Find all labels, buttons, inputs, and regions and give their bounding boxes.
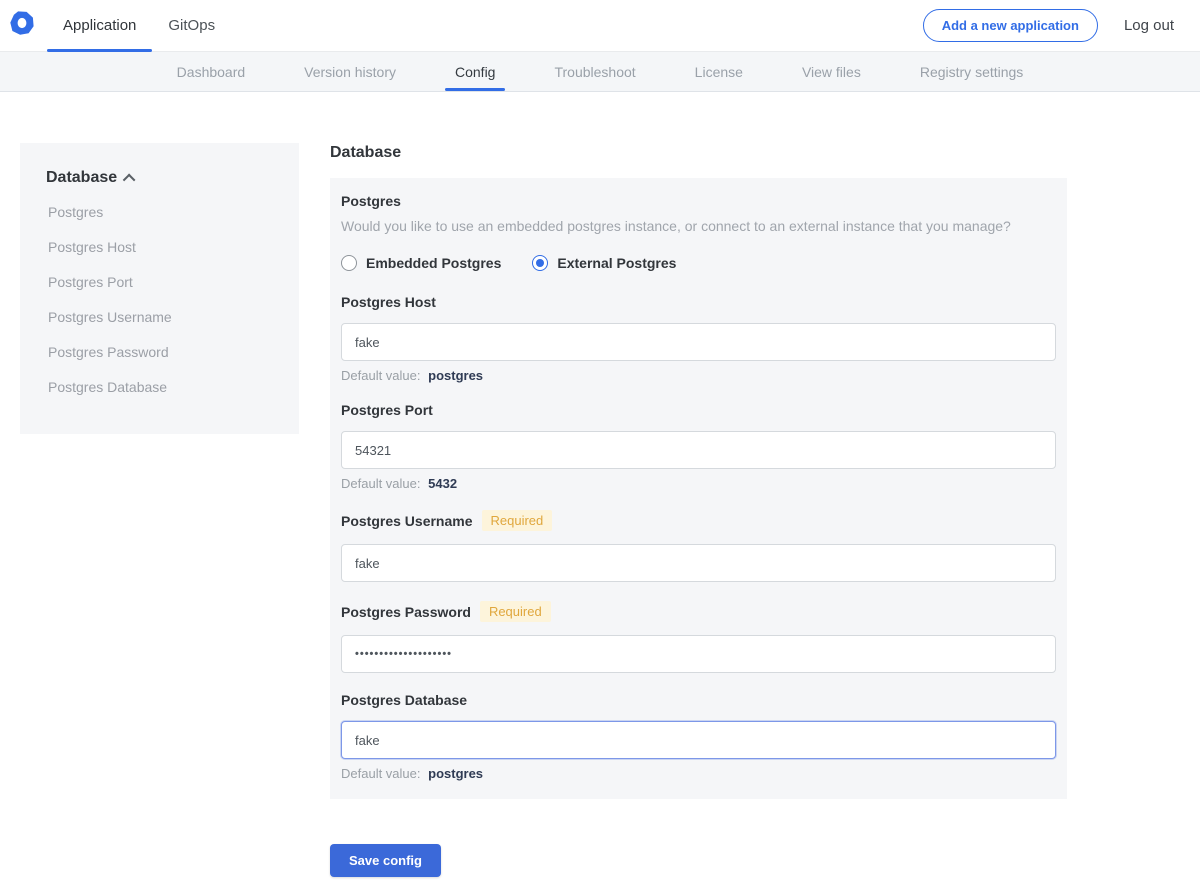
postgres-username-input[interactable] bbox=[341, 544, 1056, 582]
field-postgres-database: Postgres Database Default value: postgre… bbox=[341, 692, 1056, 781]
save-config-button[interactable]: Save config bbox=[330, 844, 441, 877]
group-label-postgres: Postgres bbox=[341, 193, 1056, 209]
field-postgres-port: Postgres Port Default value: 5432 bbox=[341, 402, 1056, 491]
field-label: Postgres Username bbox=[341, 513, 473, 529]
nav-tab-gitops[interactable]: GitOps bbox=[152, 0, 231, 51]
subnav-tab-troubleshoot[interactable]: Troubleshoot bbox=[554, 52, 635, 91]
config-page: Database Postgres Postgres Host Postgres… bbox=[0, 92, 1200, 893]
field-label: Postgres Database bbox=[341, 692, 467, 708]
section-title: Database bbox=[330, 144, 1067, 162]
field-postgres-host: Postgres Host Default value: postgres bbox=[341, 294, 1056, 383]
app-subnav: Dashboard Version history Config Trouble… bbox=[0, 52, 1200, 92]
default-value-hint: Default value: postgres bbox=[341, 368, 1056, 383]
app-logo[interactable] bbox=[9, 0, 35, 51]
nav-tab-label: Application bbox=[63, 17, 136, 34]
field-postgres-password: Postgres Password Required bbox=[341, 601, 1056, 673]
subnav-tab-dashboard[interactable]: Dashboard bbox=[177, 52, 246, 91]
subnav-tab-view-files[interactable]: View files bbox=[802, 52, 861, 91]
top-navbar: Application GitOps Add a new application… bbox=[0, 0, 1200, 52]
hint-prefix: Default value: bbox=[341, 368, 421, 383]
sidebar-item-postgres-password[interactable]: Postgres Password bbox=[46, 334, 279, 369]
required-badge: Required bbox=[482, 510, 553, 531]
postgres-password-input[interactable] bbox=[341, 635, 1056, 673]
navbar-right: Add a new application Log out bbox=[923, 0, 1174, 51]
postgres-database-input[interactable] bbox=[341, 721, 1056, 759]
field-label: Postgres Host bbox=[341, 294, 436, 310]
group-help-text: Would you like to use an embedded postgr… bbox=[341, 218, 1056, 234]
postgres-mode-radio-group: Embedded Postgres External Postgres bbox=[341, 255, 1056, 271]
chevron-up-icon bbox=[123, 173, 136, 186]
primary-nav: Application GitOps bbox=[47, 0, 231, 51]
logout-link[interactable]: Log out bbox=[1124, 17, 1174, 34]
sidebar-item-postgres-host[interactable]: Postgres Host bbox=[46, 229, 279, 264]
hint-value: postgres bbox=[428, 368, 483, 383]
radio-label: External Postgres bbox=[557, 255, 676, 271]
field-postgres-username: Postgres Username Required bbox=[341, 510, 1056, 582]
default-value-hint: Default value: postgres bbox=[341, 766, 1056, 781]
default-value-hint: Default value: 5432 bbox=[341, 476, 1056, 491]
config-main: Database Postgres Would you like to use … bbox=[330, 143, 1067, 877]
radio-embedded-postgres[interactable]: Embedded Postgres bbox=[341, 255, 501, 271]
sidebar-group-label: Database bbox=[46, 169, 117, 187]
radio-unchecked-icon bbox=[341, 255, 357, 271]
field-label: Postgres Password bbox=[341, 604, 471, 620]
hint-prefix: Default value: bbox=[341, 766, 421, 781]
sidebar-item-postgres-database[interactable]: Postgres Database bbox=[46, 369, 279, 404]
postgres-port-input[interactable] bbox=[341, 431, 1056, 469]
sidebar-group-database[interactable]: Database bbox=[46, 169, 279, 187]
radio-external-postgres[interactable]: External Postgres bbox=[532, 255, 676, 271]
subnav-tab-version-history[interactable]: Version history bbox=[304, 52, 396, 91]
radio-checked-icon bbox=[532, 255, 548, 271]
sidebar-item-postgres-port[interactable]: Postgres Port bbox=[46, 264, 279, 299]
subnav-tab-config[interactable]: Config bbox=[455, 52, 495, 91]
radio-label: Embedded Postgres bbox=[366, 255, 501, 271]
sidebar-item-postgres-username[interactable]: Postgres Username bbox=[46, 299, 279, 334]
nav-tab-label: GitOps bbox=[168, 17, 215, 34]
nav-tab-application[interactable]: Application bbox=[47, 0, 152, 51]
kots-logo-icon bbox=[9, 10, 35, 41]
subnav-tab-registry-settings[interactable]: Registry settings bbox=[920, 52, 1023, 91]
subnav-tab-license[interactable]: License bbox=[695, 52, 743, 91]
hint-value: postgres bbox=[428, 766, 483, 781]
sidebar-item-postgres[interactable]: Postgres bbox=[46, 194, 279, 229]
required-badge: Required bbox=[480, 601, 551, 622]
hint-value: 5432 bbox=[428, 476, 457, 491]
database-config-panel: Postgres Would you like to use an embedd… bbox=[330, 178, 1067, 799]
config-sidebar: Database Postgres Postgres Host Postgres… bbox=[20, 143, 299, 434]
add-application-button[interactable]: Add a new application bbox=[923, 9, 1098, 42]
postgres-host-input[interactable] bbox=[341, 323, 1056, 361]
sidebar-item-list: Postgres Postgres Host Postgres Port Pos… bbox=[46, 194, 279, 404]
hint-prefix: Default value: bbox=[341, 476, 421, 491]
field-label: Postgres Port bbox=[341, 402, 433, 418]
